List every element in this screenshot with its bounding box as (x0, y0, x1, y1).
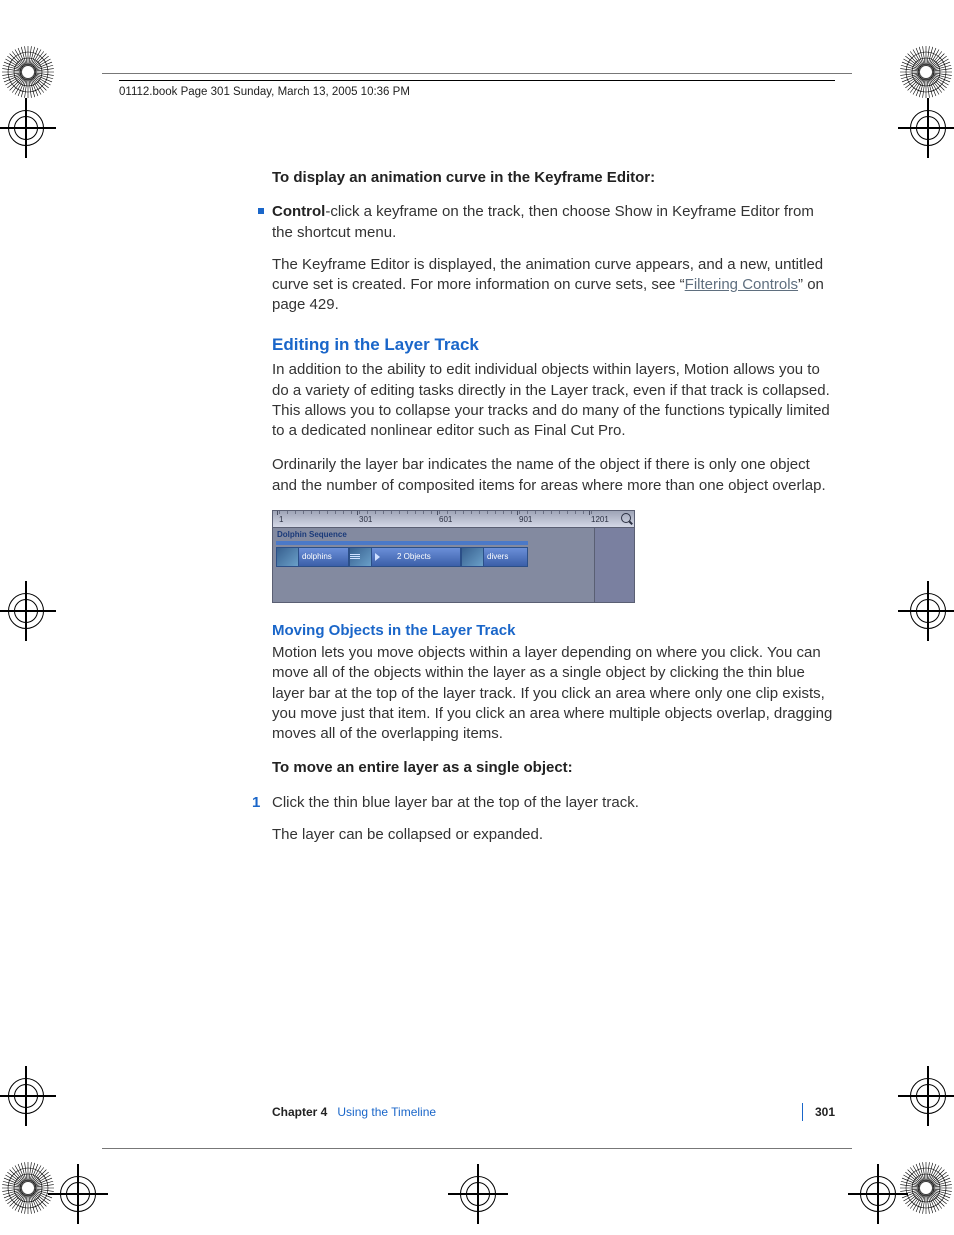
bullet-icon (258, 208, 264, 214)
layer-title: Dolphin Sequence (277, 530, 347, 541)
clip-thumb (462, 548, 484, 566)
chapter-label: Chapter 4 (272, 1105, 327, 1119)
task-heading: To move an entire layer as a single obje… (272, 758, 835, 778)
section-heading: Editing in the Layer Track (272, 334, 835, 357)
header-rule (119, 80, 835, 81)
radial-mark-icon (898, 44, 954, 100)
clip-divers: divers (461, 547, 528, 567)
clip-label: divers (487, 552, 508, 563)
paragraph: The Keyframe Editor is displayed, the an… (272, 255, 835, 316)
scroll-area (594, 528, 634, 602)
content-area: To display an animation curve in the Key… (272, 168, 835, 859)
registration-mark-icon (0, 98, 56, 158)
task-heading: To display an animation curve in the Key… (272, 168, 835, 188)
ruler-tick: 601 (439, 515, 452, 526)
triangle-icon (375, 553, 380, 561)
clip-label: dolphins (302, 552, 332, 563)
page-number: 301 (815, 1105, 835, 1119)
bullet-item: Control-click a keyframe on the track, t… (272, 202, 835, 243)
registration-mark-icon (898, 581, 954, 641)
timeline-ruler: 1 301 601 901 1201 (273, 511, 634, 528)
ruler-tick: 901 (519, 515, 532, 526)
registration-mark-icon (0, 581, 56, 641)
clip-dolphins: dolphins (276, 547, 349, 567)
registration-mark-icon (898, 1066, 954, 1126)
page-footer: Chapter 4 Using the Timeline 301 (272, 1103, 835, 1121)
clip-2objects: 2 Objects (349, 547, 461, 567)
zoom-icon (621, 513, 632, 524)
registration-mark-icon (48, 1164, 108, 1224)
timeline-screenshot: 1 301 601 901 1201 Dolphin Sequence dolp… (272, 510, 635, 603)
filtering-controls-link[interactable]: Filtering Controls (685, 276, 798, 293)
chapter-title: Using the Timeline (337, 1105, 436, 1119)
paragraph: Motion lets you move objects within a la… (272, 643, 835, 744)
page: 01112.book Page 301 Sunday, March 13, 20… (0, 0, 954, 1235)
radial-mark-icon (0, 1160, 56, 1216)
registration-mark-icon (448, 1164, 508, 1224)
subsection-heading: Moving Objects in the Layer Track (272, 621, 835, 641)
radial-mark-icon (0, 44, 56, 100)
ruler-tick: 1 (279, 515, 283, 526)
numbered-step: 1 Click the thin blue layer bar at the t… (272, 793, 835, 813)
bullet-bold: Control (272, 203, 325, 220)
layer-bar (276, 541, 528, 545)
paragraph: In addition to the ability to edit indiv… (272, 360, 835, 441)
registration-mark-icon (0, 1066, 56, 1126)
list-icon (350, 554, 360, 559)
clip-label: 2 Objects (397, 552, 431, 563)
radial-mark-icon (898, 1160, 954, 1216)
registration-mark-icon (898, 98, 954, 158)
footer-separator (802, 1103, 803, 1121)
running-header: 01112.book Page 301 Sunday, March 13, 20… (119, 86, 410, 98)
ruler-tick: 1201 (591, 515, 609, 526)
paragraph: The layer can be collapsed or expanded. (272, 825, 835, 845)
clip-thumb (277, 548, 299, 566)
paragraph: Ordinarily the layer bar indicates the n… (272, 455, 835, 496)
step-text: Click the thin blue layer bar at the top… (272, 794, 639, 811)
step-number: 1 (252, 793, 260, 813)
ruler-tick: 301 (359, 515, 372, 526)
bullet-text: -click a keyframe on the track, then cho… (272, 203, 814, 240)
